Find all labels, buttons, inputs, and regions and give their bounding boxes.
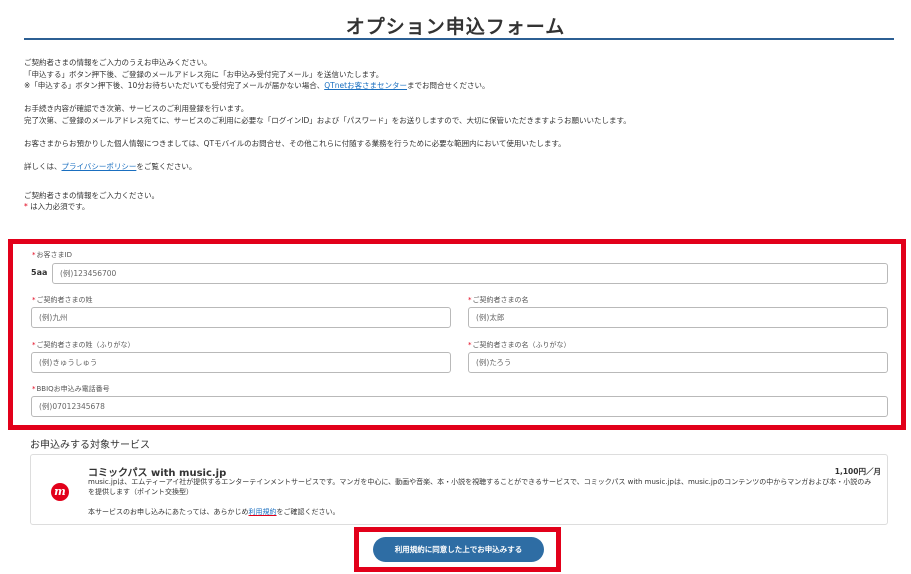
first-name-label: *ご契約者さまの名 — [468, 295, 529, 305]
intro-text-fragment: 詳しくは、 — [24, 161, 62, 171]
service-note-text: をご確認ください。 — [276, 508, 340, 516]
phone-input[interactable] — [31, 396, 888, 417]
required-mark: * — [32, 385, 36, 393]
required-note: * は入力必須です。 — [24, 201, 894, 213]
service-terms-note: 本サービスのお申し込みにあたっては、あらかじめ利用規約をご確認ください。 — [88, 507, 340, 517]
customer-id-input[interactable] — [52, 263, 888, 284]
first-name-label-text: ご契約者さまの名 — [472, 296, 529, 304]
required-note-text: は入力必須です。 — [27, 202, 90, 211]
privacy-policy-link[interactable]: プライバシーポリシー — [62, 162, 137, 171]
intro-line: ご契約者さまの情報をご入力ください。 — [24, 190, 159, 200]
intro-line: ※「申込する」ボタン押下後、10分お待ちいただいても受付完了メールが届かない場合… — [24, 80, 894, 92]
first-name-kana-input[interactable] — [468, 352, 888, 373]
intro-line: 詳しくは、プライバシーポリシーをご覧ください。 — [24, 161, 894, 173]
intro-line: お手続き内容が確認でき次第、サービスのご利用登録を行います。 — [24, 104, 249, 113]
required-mark: * — [32, 341, 36, 349]
service-price: 1,100円／月 — [834, 467, 881, 476]
intro-text-fragment: までお問合せください。 — [407, 81, 490, 90]
intro-line: お客さまからお預かりした個人情報につきましては、QTモバイルのお問合せ、その他こ… — [24, 138, 566, 148]
first-name-kana-label: *ご契約者さまの名（ふりがな） — [468, 340, 571, 350]
terms-link[interactable]: 利用規約 — [249, 508, 277, 516]
last-name-label: *ご契約者さまの姓 — [32, 295, 93, 305]
first-name-input[interactable] — [468, 307, 888, 328]
page-title: オプション申込フォーム — [345, 16, 566, 38]
phone-label-text: BBIQお申込み電話番号 — [36, 385, 110, 393]
music-jp-logo-icon: m — [51, 483, 69, 501]
intro-text: ご契約者さまの情報をご入力のうえお申込みください。 「申込する」ボタン押下後、ご… — [24, 57, 894, 213]
intro-line: ご契約者さまの情報をご入力のうえお申込みください。 — [24, 58, 212, 67]
last-name-label-text: ご契約者さまの姓 — [36, 296, 93, 304]
intro-line: 「申込する」ボタン押下後、ご登録のメールアドレス宛に「お申込み受付完了メール」を… — [24, 69, 384, 79]
required-mark: * — [468, 341, 472, 349]
last-name-input[interactable] — [31, 307, 451, 328]
service-description: music.jpは、エムティーアイ社が提供するエンターテインメントサービスです。… — [88, 478, 872, 496]
agree-and-submit-button[interactable]: 利用規約に同意した上でお申込みする — [373, 537, 544, 562]
intro-line: 完了次第、ご登録のメールアドレス宛てに、サービスのご利用に必要な「ログインID」… — [24, 115, 631, 125]
required-mark: * — [468, 296, 472, 304]
required-mark: * — [32, 251, 36, 259]
last-name-kana-input[interactable] — [31, 352, 451, 373]
intro-text-fragment: をご覧ください。 — [136, 161, 197, 171]
customer-center-link[interactable]: QTnetお客さまセンター — [324, 81, 407, 90]
last-name-kana-label: *ご契約者さまの姓（ふりがな） — [32, 340, 135, 350]
customer-id-label-text: お客さまID — [36, 251, 72, 259]
last-name-kana-label-text: ご契約者さまの姓（ふりがな） — [36, 341, 135, 349]
service-note-text: 本サービスのお申し込みにあたっては、あらかじめ — [88, 508, 249, 516]
customer-id-prefix: 5aa — [31, 268, 48, 277]
required-mark: * — [32, 296, 36, 304]
first-name-kana-label-text: ご契約者さまの名（ふりがな） — [472, 341, 571, 349]
intro-text-fragment: ※「申込する」ボタン押下後、10分お待ちいただいても受付完了メールが届かない場合… — [24, 81, 325, 90]
customer-id-label: *お客さまID — [32, 250, 72, 260]
phone-label: *BBIQお申込み電話番号 — [32, 384, 110, 394]
service-heading: お申込みする対象サービス — [30, 440, 150, 451]
service-card: m コミックパス with music.jp 1,100円／月 music.jp… — [30, 454, 888, 525]
title-divider — [24, 38, 894, 40]
